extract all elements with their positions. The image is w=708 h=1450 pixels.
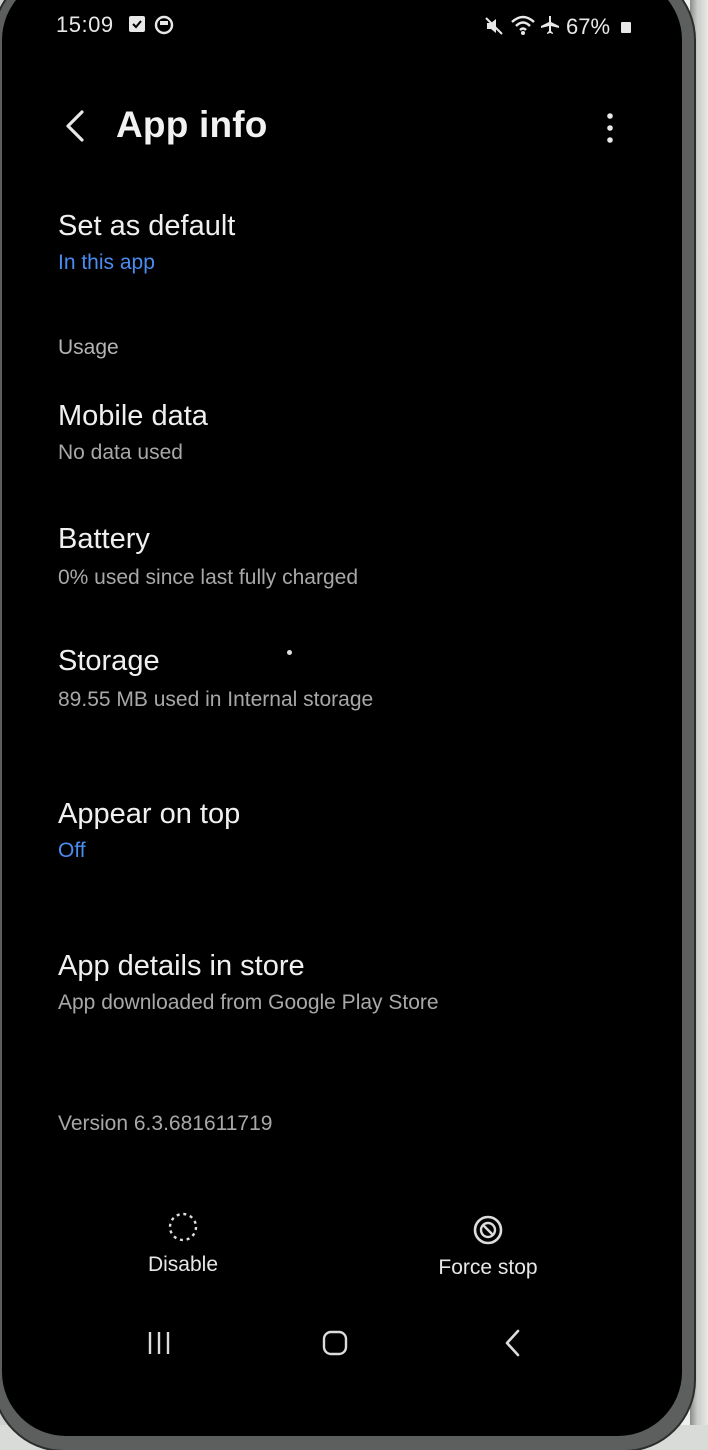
back-icon (505, 1329, 520, 1357)
storage-subtitle: 89.55 MB used in Internal storage (58, 688, 374, 711)
set-as-default-title: Set as default (58, 210, 236, 242)
set-as-default-item[interactable]: Set as default In this app (58, 210, 658, 290)
version-text: Version 6.3.681611719 (58, 1112, 273, 1135)
chevron-left-icon (66, 110, 84, 142)
airplane-icon (540, 15, 560, 35)
battery-subtitle: 0% used since last fully charged (58, 566, 358, 589)
app-info-screen: 15:09 67% App info Set as default In thi… (8, 0, 682, 1430)
home-button[interactable] (320, 1328, 352, 1360)
battery-icon (620, 20, 634, 34)
screen: 15:09 67% App info Set as default In thi… (2, 0, 682, 1436)
battery-title: Battery (58, 523, 150, 555)
calendar-check-icon (128, 15, 148, 35)
mute-icon (484, 16, 504, 36)
appear-on-top-title: Appear on top (58, 798, 241, 830)
more-options-button[interactable] (598, 108, 622, 148)
disable-label: Disable (147, 1253, 219, 1276)
disable-button[interactable]: Disable (128, 1210, 238, 1290)
phone-frame: 15:09 67% App info Set as default In thi… (0, 0, 694, 1450)
more-vertical-icon (607, 113, 613, 143)
app-details-title: App details in store (58, 950, 305, 982)
storage-item[interactable]: Storage 89.55 MB used in Internal storag… (58, 645, 658, 725)
force-stop-icon (473, 1215, 503, 1245)
nav-back-button[interactable] (498, 1328, 530, 1360)
usage-section-label: Usage (58, 336, 119, 359)
recents-button[interactable] (144, 1328, 176, 1360)
back-button[interactable] (60, 104, 96, 148)
recents-icon (148, 1332, 170, 1354)
force-stop-button[interactable]: Force stop (423, 1213, 553, 1293)
mobile-data-item[interactable]: Mobile data No data used (58, 400, 658, 480)
appear-on-top-subtitle: Off (58, 839, 86, 862)
page-title: App info (116, 104, 268, 145)
mobile-data-subtitle: No data used (58, 441, 183, 464)
app-details-subtitle: App downloaded from Google Play Store (58, 991, 439, 1014)
wifi-icon (510, 14, 536, 35)
mobile-data-title: Mobile data (58, 400, 208, 432)
status-time: 15:09 (56, 12, 114, 37)
set-as-default-subtitle: In this app (58, 251, 155, 274)
battery-percent: 67% (566, 14, 611, 39)
media-icon (154, 15, 174, 35)
storage-title: Storage (58, 645, 160, 677)
app-details-in-store-item[interactable]: App details in store App downloaded from… (58, 950, 658, 1030)
home-icon (322, 1330, 348, 1356)
disable-icon (168, 1212, 198, 1242)
force-stop-label: Force stop (438, 1256, 538, 1279)
appear-on-top-item[interactable]: Appear on top Off (58, 798, 658, 878)
battery-item[interactable]: Battery 0% used since last fully charged (58, 523, 658, 603)
